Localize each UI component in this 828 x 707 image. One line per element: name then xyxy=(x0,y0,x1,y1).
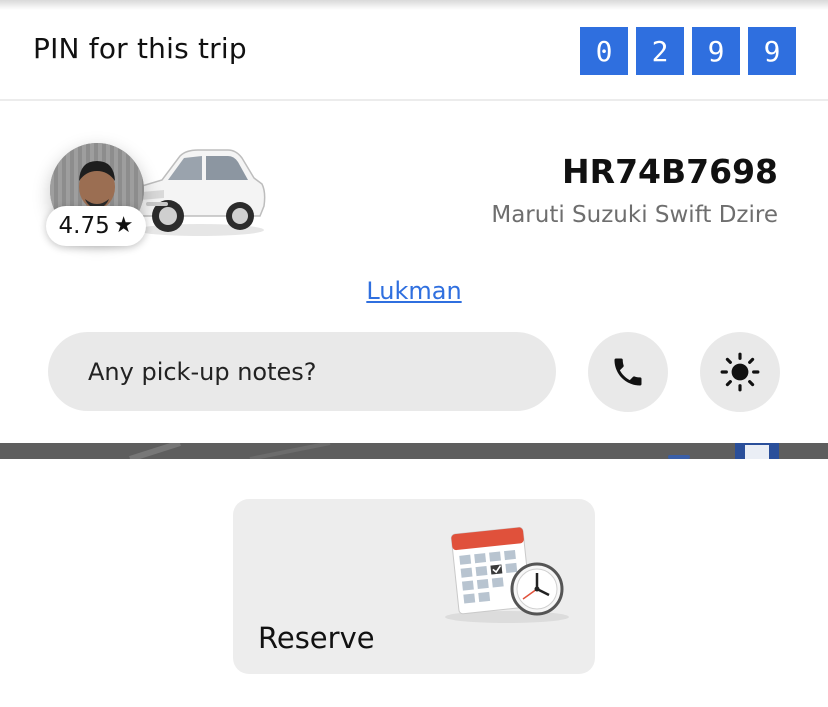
car-model: Maruti Suzuki Swift Dzire xyxy=(491,202,778,228)
pickup-notes-placeholder: Any pick-up notes? xyxy=(88,357,317,386)
star-icon: ★ xyxy=(113,213,134,238)
map-roads xyxy=(0,443,828,459)
trip-pin-row: PIN for this trip 0 2 9 9 xyxy=(0,0,828,100)
brightness-icon xyxy=(720,352,760,392)
pin-digit: 9 xyxy=(692,27,740,75)
rating-value: 4.75 xyxy=(58,213,110,239)
pin-digit: 9 xyxy=(748,27,796,75)
phone-icon xyxy=(614,358,642,386)
reserve-label: Reserve xyxy=(258,621,375,655)
pin-digit: 0 xyxy=(580,27,628,75)
driver-name-link[interactable]: Lukman xyxy=(0,277,828,305)
call-driver-button[interactable] xyxy=(588,332,668,412)
driver-rating: 4.75 ★ xyxy=(46,206,146,246)
pickup-notes-input[interactable]: Any pick-up notes? xyxy=(48,332,556,411)
license-plate: HR74B7698 xyxy=(562,152,778,191)
reserve-button[interactable]: Reserve xyxy=(233,499,595,674)
flash-light-button[interactable] xyxy=(700,332,780,412)
map-preview[interactable] xyxy=(0,443,828,459)
pin-digits: 0 2 9 9 xyxy=(580,27,796,75)
car-image xyxy=(135,149,266,236)
pin-digit: 2 xyxy=(636,27,684,75)
pin-label: PIN for this trip xyxy=(33,32,247,65)
calendar-clock-icon xyxy=(445,526,569,623)
